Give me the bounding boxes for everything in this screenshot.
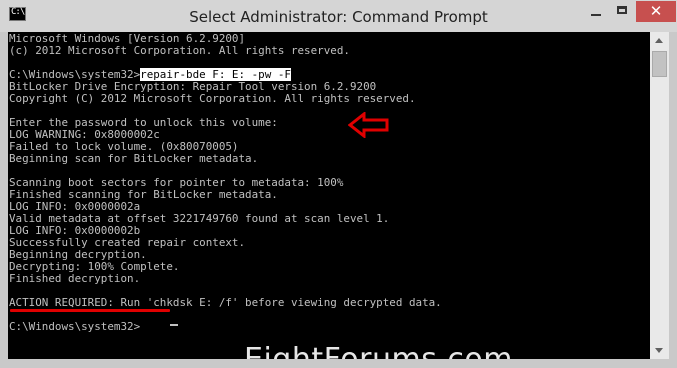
console-output[interactable]: Microsoft Windows [Version 6.2.9200] (c)… <box>8 32 650 359</box>
red-arrow-annotation-icon <box>348 112 389 138</box>
console-line: (c) 2012 Microsoft Corporation. All righ… <box>9 44 350 57</box>
maximize-button[interactable] <box>610 1 636 22</box>
eightforums-watermark: EightForums.com <box>244 342 513 359</box>
scroll-up-arrow-icon <box>655 38 663 43</box>
minimize-icon <box>591 14 601 16</box>
console-line: Beginning scan for BitLocker metadata. <box>9 152 259 165</box>
command-prompt-window: C:\ Select Administrator: Command Prompt… <box>0 0 677 368</box>
minimize-button[interactable] <box>582 1 610 22</box>
close-button[interactable]: ✕ <box>636 1 676 22</box>
text-cursor <box>170 324 178 326</box>
console-line: Finished decryption. <box>9 272 141 285</box>
action-required-line: ACTION REQUIRED: Run 'chkdsk E: /f' befo… <box>9 296 442 309</box>
title-bar[interactable]: C:\ Select Administrator: Command Prompt… <box>0 0 677 32</box>
final-prompt-line: C:\Windows\system32> <box>9 320 141 333</box>
scroll-down-button[interactable] <box>650 342 669 359</box>
maximize-icon <box>617 6 627 14</box>
close-icon: ✕ <box>649 2 663 20</box>
console-line: Copyright (C) 2012 Microsoft Corporation… <box>9 92 416 105</box>
window-title: Select Administrator: Command Prompt <box>189 8 488 26</box>
scroll-down-arrow-icon <box>655 348 663 353</box>
vertical-scrollbar[interactable] <box>650 32 669 359</box>
scroll-up-button[interactable] <box>650 32 669 49</box>
red-underline-annotation <box>10 309 170 312</box>
scrollbar-thumb[interactable] <box>652 51 667 77</box>
